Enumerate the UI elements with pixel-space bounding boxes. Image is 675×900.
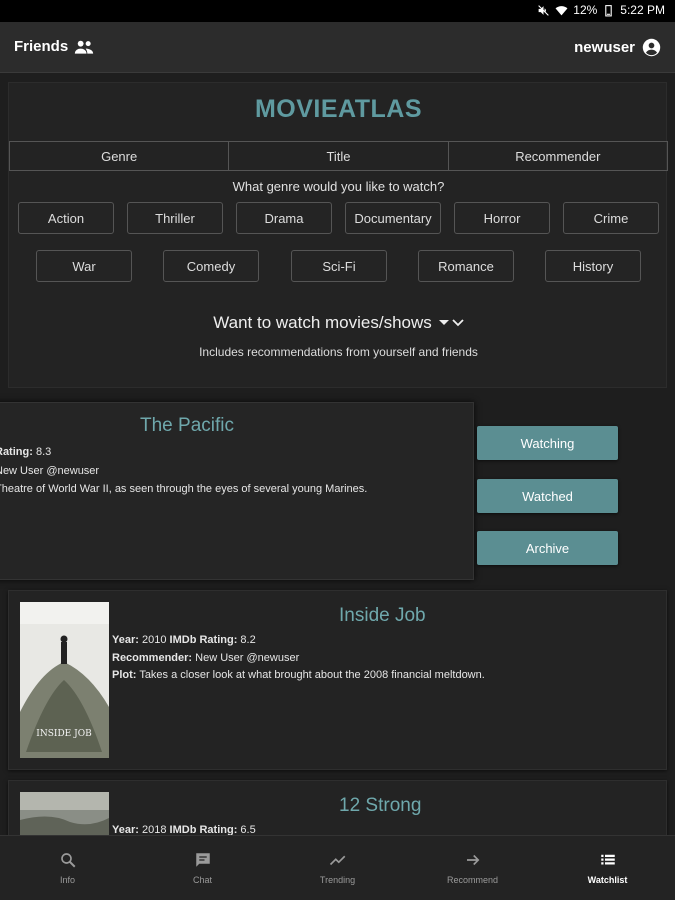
movie-card[interactable]: INSIDE JOB Inside Job Year: 2010 IMDb Ra… bbox=[8, 590, 667, 770]
friends-label: Friends bbox=[14, 38, 69, 55]
chevron-down-icon bbox=[438, 319, 464, 327]
mute-icon bbox=[538, 4, 550, 16]
nav-trending-label: Trending bbox=[319, 875, 356, 885]
battery-icon bbox=[605, 4, 613, 16]
movie-poster: INSIDE JOB bbox=[20, 602, 109, 758]
watched-button[interactable]: Watched bbox=[477, 479, 618, 513]
movie-card[interactable]: 12 Strong Year: 2018 IMDb Rating: 6.5 bbox=[8, 780, 667, 841]
movie-year-rating: Year: 2010 IMDb Rating: 8.2 bbox=[112, 634, 256, 646]
nav-chat-label: Chat bbox=[192, 875, 212, 885]
genre-chip-war[interactable]: War bbox=[36, 250, 132, 282]
username-label: newuser bbox=[574, 39, 635, 56]
nav-recommend-label: Recommend bbox=[446, 875, 499, 885]
search-tabs: Genre Title Recommender bbox=[9, 141, 668, 171]
chat-icon bbox=[195, 853, 210, 867]
genre-chip-scifi[interactable]: Sci-Fi bbox=[291, 250, 387, 282]
movie-card-active[interactable]: The Pacific Rating: 8.3 New User @newuse… bbox=[0, 402, 474, 580]
watching-button[interactable]: Watching bbox=[477, 426, 618, 460]
group-icon bbox=[75, 40, 94, 54]
watchlist-dropdown-label: Want to watch movies/shows bbox=[213, 313, 432, 332]
movie-poster bbox=[20, 792, 109, 841]
movie-plot: Plot: Takes a closer look at what brough… bbox=[112, 669, 485, 681]
archive-button[interactable]: Archive bbox=[477, 531, 618, 565]
tab-genre[interactable]: Genre bbox=[10, 142, 230, 170]
clock: 5:22 PM bbox=[620, 3, 665, 17]
nav-chat[interactable]: Chat bbox=[135, 836, 270, 900]
friends-button[interactable]: Friends bbox=[14, 38, 94, 55]
arrow-forward-icon bbox=[466, 854, 479, 866]
battery-percent: 12% bbox=[573, 3, 598, 17]
poster-title: INSIDE JOB bbox=[36, 729, 92, 739]
nav-recommend[interactable]: Recommend bbox=[405, 836, 540, 900]
search-icon bbox=[60, 853, 75, 868]
app-title: MOVIEATLAS bbox=[254, 95, 423, 123]
genre-question: What genre would you like to watch? bbox=[232, 179, 445, 194]
trending-icon bbox=[329, 855, 345, 866]
nav-watchlist[interactable]: Watchlist bbox=[540, 836, 675, 900]
account-button[interactable]: newuser bbox=[574, 38, 661, 57]
nav-trending[interactable]: Trending bbox=[270, 836, 405, 900]
account-circle-icon bbox=[642, 38, 661, 57]
genre-chip-drama[interactable]: Drama bbox=[236, 202, 332, 234]
movie-plot: Theatre of World War II, as seen through… bbox=[0, 483, 368, 495]
genre-chip-horror[interactable]: Horror bbox=[454, 202, 550, 234]
genre-chip-thriller[interactable]: Thriller bbox=[127, 202, 223, 234]
app-bar: Friends newuser bbox=[0, 22, 675, 73]
genre-chip-comedy[interactable]: Comedy bbox=[163, 250, 259, 282]
nav-info[interactable]: Info bbox=[0, 836, 135, 900]
movie-title: The Pacific bbox=[140, 415, 234, 436]
genre-chip-action[interactable]: Action bbox=[18, 202, 114, 234]
list-icon bbox=[600, 854, 615, 865]
genre-chip-crime[interactable]: Crime bbox=[563, 202, 659, 234]
search-panel: MOVIEATLAS Genre Title Recommender What … bbox=[8, 82, 668, 388]
nav-info-label: Info bbox=[59, 875, 75, 885]
movie-recommender: Recommender: New User @newuser bbox=[112, 652, 300, 664]
movie-title: 12 Strong bbox=[339, 795, 422, 816]
bottom-navigation: Info Chat Trending Recommend Watchlist bbox=[0, 835, 675, 900]
movie-title: Inside Job bbox=[339, 605, 426, 626]
genre-chip-history[interactable]: History bbox=[545, 250, 641, 282]
wifi-icon bbox=[555, 5, 568, 15]
nav-watchlist-label: Watchlist bbox=[587, 875, 628, 885]
status-bar: 12% 5:22 PM bbox=[0, 0, 675, 22]
watchlist-dropdown[interactable]: Want to watch movies/shows bbox=[9, 313, 668, 333]
watchlist-subtitle: Includes recommendations from yourself a… bbox=[199, 345, 478, 359]
genre-chip-documentary[interactable]: Documentary bbox=[345, 202, 441, 234]
genre-chip-romance[interactable]: Romance bbox=[418, 250, 514, 282]
tab-recommender[interactable]: Recommender bbox=[449, 142, 667, 170]
movie-recommender: New User @newuser bbox=[0, 465, 100, 477]
movie-rating: Rating: 8.3 bbox=[0, 446, 52, 458]
tab-title[interactable]: Title bbox=[229, 142, 449, 170]
